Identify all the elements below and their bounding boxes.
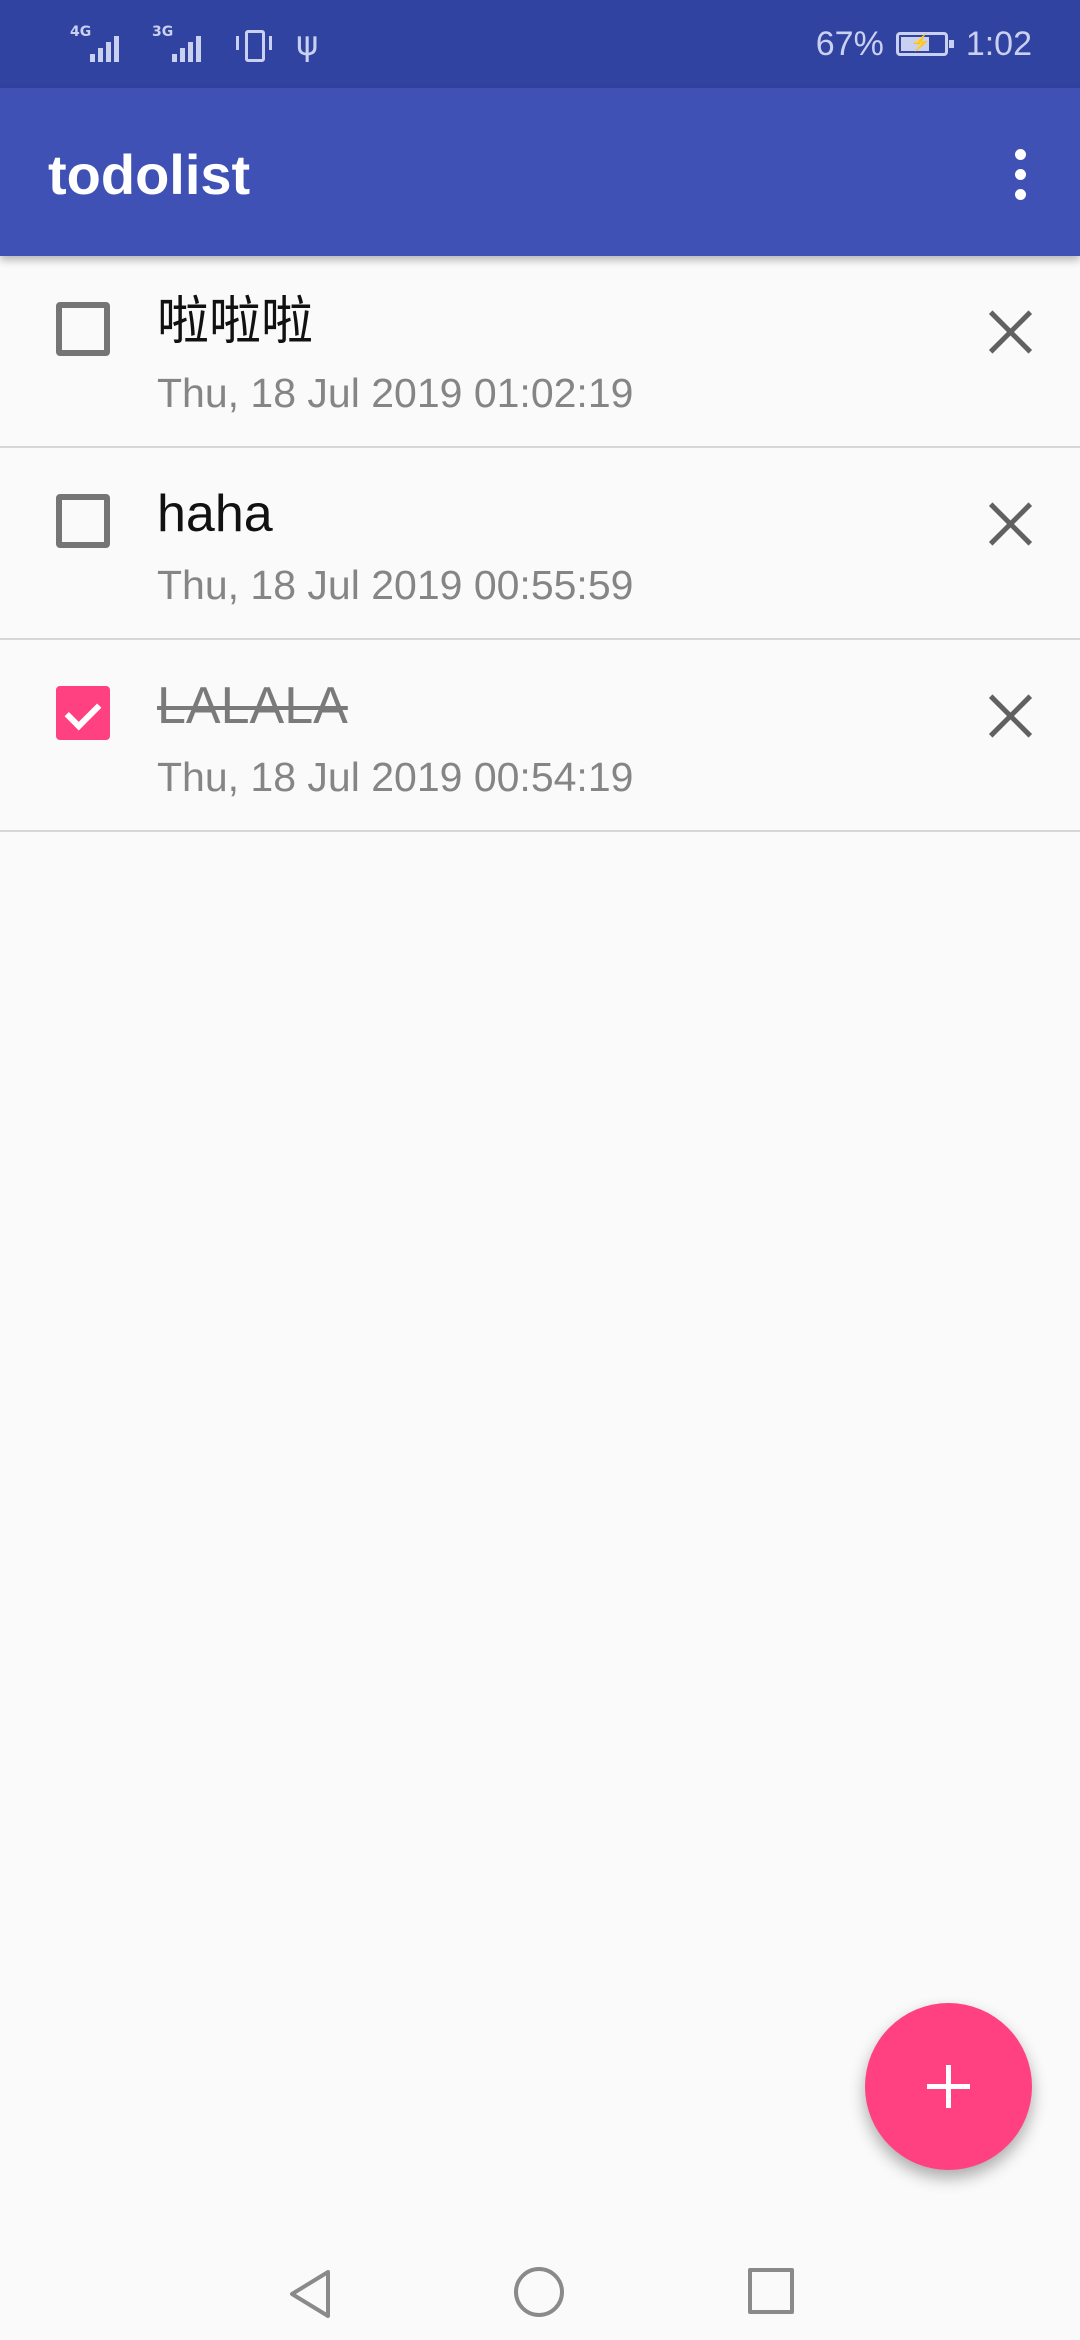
- todo-item[interactable]: 啦啦啦 Thu, 18 Jul 2019 01:02:19: [0, 256, 1080, 448]
- status-icons-right: 67% ⚡ 1:02: [816, 22, 1032, 66]
- usb-icon: ψ: [296, 24, 319, 64]
- back-triangle-icon[interactable]: [286, 2268, 334, 2320]
- network-type-label: 3G: [152, 24, 174, 40]
- close-icon[interactable]: [970, 484, 1050, 564]
- signal-4g-icon: 4G: [70, 24, 130, 64]
- vibrate-icon: [234, 24, 274, 64]
- battery-charging-icon: ⚡: [895, 32, 954, 56]
- status-bar: 4G 3G ψ 67% ⚡ 1:02: [0, 0, 1080, 88]
- signal-3g-icon: 3G: [152, 24, 212, 64]
- todo-checkbox[interactable]: [56, 686, 110, 740]
- todo-date: Thu, 18 Jul 2019 00:55:59: [157, 562, 634, 608]
- status-icons-left: 4G 3G ψ: [70, 22, 318, 66]
- todo-date: Thu, 18 Jul 2019 00:54:19: [157, 754, 634, 800]
- todo-item[interactable]: haha Thu, 18 Jul 2019 00:55:59: [0, 448, 1080, 640]
- todo-title: haha: [157, 485, 273, 543]
- close-icon[interactable]: [970, 292, 1050, 372]
- todo-title: 啦啦啦: [157, 293, 314, 351]
- todo-checkbox[interactable]: [56, 494, 110, 548]
- more-vert-icon[interactable]: [960, 124, 1080, 224]
- nav-bar: [0, 2244, 1080, 2340]
- add-todo-button[interactable]: [865, 2003, 1032, 2170]
- todo-list: 啦啦啦 Thu, 18 Jul 2019 01:02:19 haha Thu, …: [0, 256, 1080, 832]
- app-title: todolist: [48, 143, 251, 206]
- close-icon[interactable]: [970, 676, 1050, 756]
- battery-percent: 67%: [815, 24, 884, 63]
- todo-date: Thu, 18 Jul 2019 01:02:19: [157, 370, 634, 416]
- clock: 1:02: [965, 24, 1032, 63]
- check-icon: [64, 693, 102, 731]
- recents-square-icon[interactable]: [748, 2268, 794, 2314]
- network-type-label: 4G: [70, 24, 92, 40]
- app-bar: todolist: [0, 88, 1080, 256]
- home-circle-icon[interactable]: [514, 2267, 564, 2317]
- todo-checkbox[interactable]: [56, 302, 110, 356]
- todo-title: LALALA: [157, 677, 348, 735]
- todo-item[interactable]: LALALA Thu, 18 Jul 2019 00:54:19: [0, 640, 1080, 832]
